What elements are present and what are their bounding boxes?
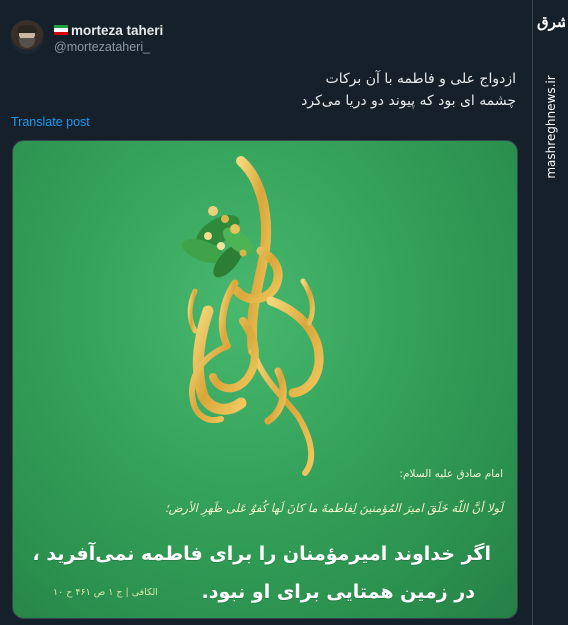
floral-ornament xyxy=(182,206,253,278)
post-media-image[interactable]: امام صادق علیه السلام: لَولا أنَّ اللّهَ… xyxy=(12,140,518,619)
iran-flag-icon xyxy=(54,25,68,35)
author-handle[interactable]: @mortezataheri_ xyxy=(54,40,150,54)
mashregh-logo: مشرق xyxy=(537,13,565,31)
post-text: ازدواج علی و فاطمه با آن برکات چشمه ای ب… xyxy=(46,68,516,112)
author-display-name[interactable]: morteza taheri xyxy=(71,23,163,38)
mashregh-url: mashreghnews.ir xyxy=(544,75,558,179)
quote-attribution: امام صادق علیه السلام: xyxy=(399,468,503,480)
persian-translation-line: اگر خداوند امیرمؤمنان را برای فاطمه نمی‌… xyxy=(32,543,491,565)
avatar[interactable] xyxy=(10,20,44,54)
translate-post-link[interactable]: Translate post xyxy=(11,115,90,129)
arabic-hadith-text: لَولا أنَّ اللّهَ خَلَقَ امیرَ المُؤمنین… xyxy=(165,501,503,515)
persian-translation-line: در زمین همتایی برای او نبود. xyxy=(201,581,475,603)
post-text-line: چشمه ای بود که پیوند دو دریا می‌کرد xyxy=(301,93,516,109)
author-name-row[interactable]: morteza taheri xyxy=(54,21,163,39)
post-container: morteza taheri @mortezataheri_ ازدواج عل… xyxy=(0,0,532,625)
hadith-source: الکافی | ج ۱ ص ۴۶۱ ح ۱۰ xyxy=(53,587,158,598)
post-text-line: ازدواج علی و فاطمه با آن برکات xyxy=(325,71,516,87)
watermark-sidebar: مشرق mashreghnews.ir xyxy=(532,0,568,625)
